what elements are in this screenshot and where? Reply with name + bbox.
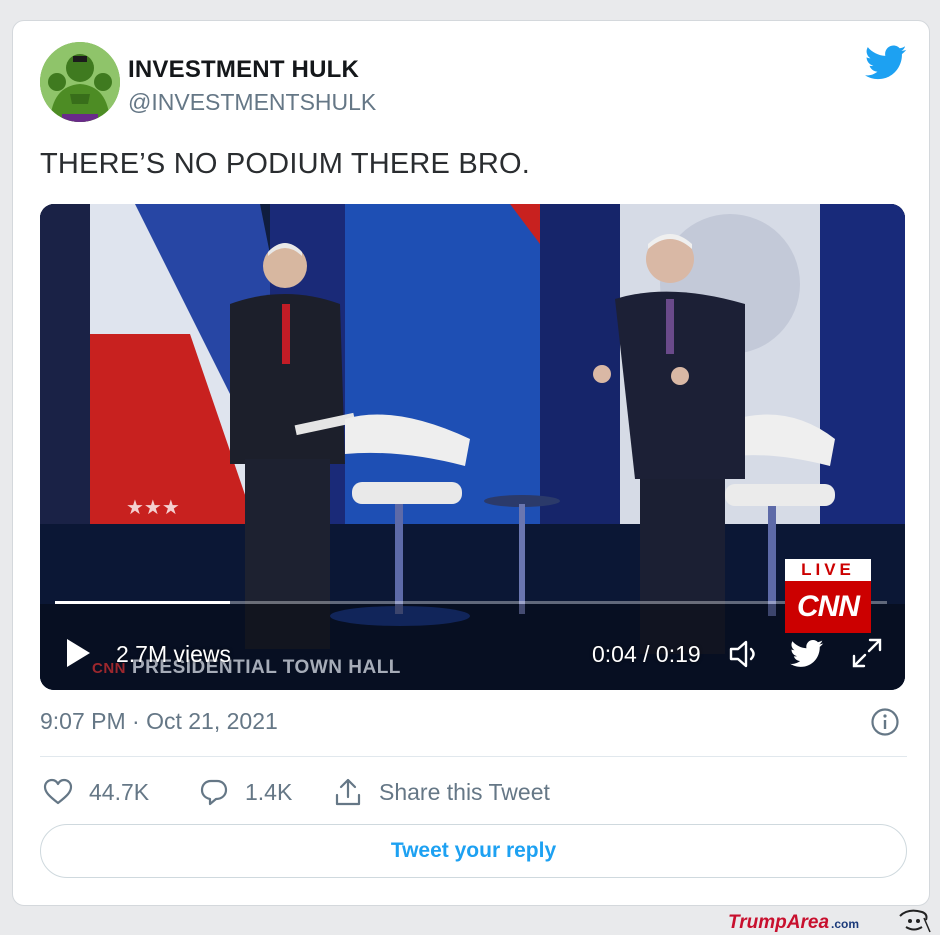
twitter-watermark-icon (790, 640, 824, 667)
watermark-suffix: .com (831, 917, 860, 931)
author-name[interactable]: INVESTMENT HULK (128, 56, 359, 84)
progress-bar[interactable] (55, 601, 887, 604)
share-button[interactable]: Share this Tweet (333, 775, 550, 809)
video-time: 0:04 / 0:19 (592, 641, 701, 667)
reply-count-button[interactable]: 1.4K (199, 775, 292, 809)
like-button[interactable]: 44.7K (43, 775, 149, 809)
svg-text:★★★: ★★★ (126, 495, 180, 519)
comment-icon (200, 779, 228, 806)
divider (40, 756, 907, 757)
volume-icon[interactable] (728, 639, 762, 669)
share-label: Share this Tweet (379, 778, 550, 805)
tweet-text: THERE’S NO PODIUM THERE BRO. (40, 148, 531, 180)
tweet-reply-button[interactable]: Tweet your reply (40, 824, 907, 878)
cnn-logo: CNN (785, 581, 871, 633)
caricature-icon (899, 909, 931, 933)
tweet-reply-label: Tweet your reply (390, 839, 557, 862)
share-icon (335, 778, 361, 806)
author-handle[interactable]: @INVESTMENTSHULK (128, 89, 376, 116)
twitter-bird-icon[interactable] (865, 45, 907, 81)
watermark-brand: TrumpArea (728, 912, 830, 933)
heart-icon (43, 778, 73, 805)
fullscreen-icon[interactable] (850, 636, 884, 670)
tweet-timestamp[interactable]: 9:07 PM · Oct 21, 2021 (40, 708, 278, 735)
view-count: 2.7M views (116, 641, 232, 667)
site-watermark: TrumpArea .com (728, 912, 859, 934)
info-icon[interactable] (870, 707, 900, 737)
reply-count: 1.4K (245, 778, 293, 805)
play-icon[interactable] (64, 637, 92, 669)
hulk-avatar[interactable] (40, 42, 120, 122)
live-badge: LIVE (785, 559, 871, 581)
like-count: 44.7K (89, 778, 150, 805)
video-player[interactable]: ★★★ LIVE CNN CNN PRESIDENTIAL TOWN HALL … (40, 204, 905, 690)
progress-fill (55, 601, 230, 604)
tweet-card: INVESTMENT HULK @INVESTMENTSHULK THERE’S… (12, 20, 930, 906)
video-frame: ★★★ (40, 204, 905, 690)
